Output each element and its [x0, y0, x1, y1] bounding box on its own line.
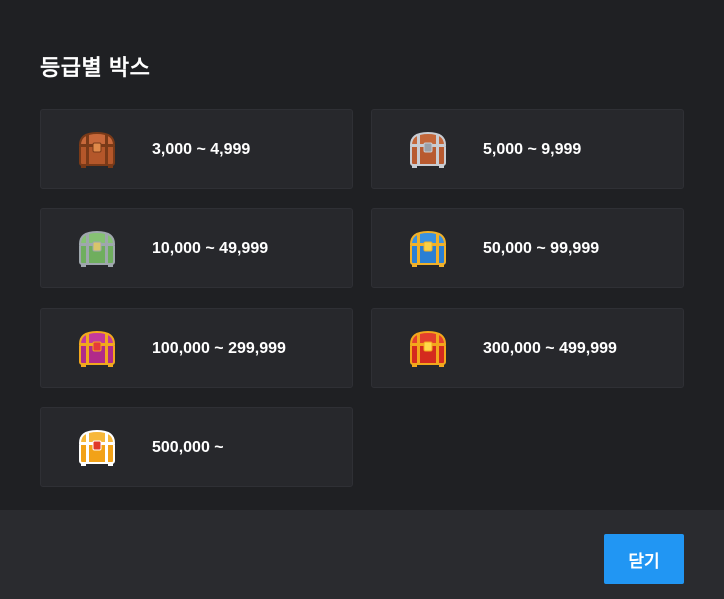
tier-range-label: 50,000 ~ 99,999	[483, 240, 600, 257]
sapphire-chest-icon	[409, 230, 447, 267]
modal-title: 등급별 박스	[40, 55, 151, 80]
tier-range-label: 3,000 ~ 4,999	[152, 141, 251, 158]
close-button[interactable]: 닫기	[604, 534, 684, 584]
modal-footer: 닫기	[0, 510, 724, 599]
grade-box-modal: 등급별 박스 3,000 ~ 4,999 5,000 ~ 9,999 10,00…	[0, 0, 724, 599]
iron-chest-icon	[409, 131, 447, 168]
tier-range-label: 300,000 ~ 499,999	[483, 340, 617, 357]
tier-range-label: 100,000 ~ 299,999	[152, 340, 286, 357]
tier-card: 3,000 ~ 4,999	[40, 109, 353, 189]
tier-range-label: 500,000 ~	[152, 439, 224, 456]
tier-card: 5,000 ~ 9,999	[371, 109, 684, 189]
tier-range-label: 10,000 ~ 49,999	[152, 240, 269, 257]
tier-range-label: 5,000 ~ 9,999	[483, 141, 582, 158]
amethyst-chest-icon	[78, 330, 116, 367]
golden-chest-icon	[78, 429, 116, 466]
tier-card: 300,000 ~ 499,999	[371, 308, 684, 388]
tier-card: 10,000 ~ 49,999	[40, 208, 353, 288]
tier-card: 500,000 ~	[40, 407, 353, 487]
ruby-chest-icon	[409, 330, 447, 367]
tier-card: 100,000 ~ 299,999	[40, 308, 353, 388]
wooden-chest-icon	[78, 131, 116, 168]
tier-card: 50,000 ~ 99,999	[371, 208, 684, 288]
jade-chest-icon	[78, 230, 116, 267]
